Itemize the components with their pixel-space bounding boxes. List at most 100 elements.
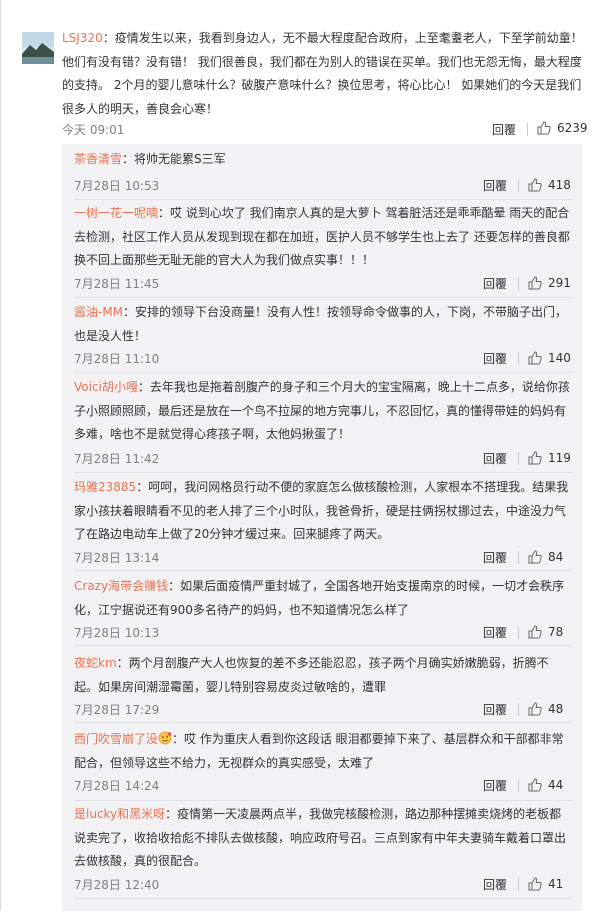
divider: [518, 779, 519, 792]
reply-time: 7月28日 11:42: [74, 452, 160, 466]
divider: [518, 551, 519, 564]
reply-username[interactable]: 茶香清雪: [74, 152, 122, 166]
divider: [518, 878, 519, 891]
divider: [74, 800, 572, 801]
like-button[interactable]: 48: [528, 699, 563, 719]
reply-button[interactable]: 回覆: [483, 177, 507, 194]
reply-body: 一树一花一呢喃：哎 说到心坎了 我们南京人真的是大萝卜 驾着脏活还是乖乖酷晕 雨…: [74, 202, 572, 273]
like-button[interactable]: 291: [528, 273, 571, 293]
like-count: 41: [548, 877, 564, 891]
reply-text: ：将帅无能累S三军: [122, 152, 226, 166]
thumbs-up-icon: [537, 121, 551, 135]
reply-button[interactable]: 回覆: [483, 450, 507, 467]
divider: [518, 277, 519, 290]
comment-username[interactable]: LSJ320: [62, 31, 103, 45]
reply-body: 茶香清雪：将帅无能累S三军: [74, 148, 572, 172]
thumbs-up-icon: [528, 351, 542, 365]
like-count: 44: [548, 778, 564, 792]
like-button[interactable]: 418: [528, 175, 571, 195]
reply-time: 7月28日 13:14: [74, 551, 160, 565]
reply-text: ：两个月剖腹产大人也恢复的差不多还能忍忍，孩子两个月确实娇嫩脆弱，折腾不起。如果…: [74, 656, 549, 694]
like-button[interactable]: 78: [528, 622, 563, 642]
reply-meta: 7月28日 13:14 回覆 84: [74, 546, 572, 566]
reply-username[interactable]: Voici胡小嘎: [74, 380, 138, 394]
thumbs-up-icon: [528, 778, 542, 792]
thumbs-up-icon: [528, 550, 542, 564]
reply-body: 玛雅23885：呵呵，我问网格员行动不便的家庭怎么做核酸检测，人家根本不搭理我。…: [74, 476, 572, 547]
like-count: 6239: [557, 121, 588, 135]
like-button[interactable]: 84: [528, 547, 563, 567]
reply-username[interactable]: 西门吹雪崩了没: [74, 732, 158, 746]
comment-panel: LSJ320：疫情发生以来，我看到身边人，无不最大程度配合政府，上至耄耋老人，下…: [0, 0, 611, 911]
reply-meta: 7月28日 10:53 回覆 418: [74, 174, 572, 194]
reply-text: ：去年我也是拖着剖腹产的身子和三个月大的宝宝隔离，晚上十二点多，说给你孩子小照顾…: [74, 380, 570, 441]
reply-username[interactable]: 夜蛇km: [74, 656, 117, 670]
reply-button[interactable]: 回覆: [483, 876, 507, 893]
reply-body: 夜蛇km：两个月剖腹产大人也恢复的差不多还能忍忍，孩子两个月确实娇嫩脆弱，折腾不…: [74, 652, 572, 699]
divider: [74, 898, 572, 899]
reply-body: Crazy海带会赚钱：如果后面疫情严重封城了，全国各地开始支援南京的时候，一切才…: [74, 575, 572, 622]
divider: [518, 352, 519, 365]
divider: [74, 722, 572, 723]
reply-meta: 7月28日 17:29 回覆 48: [74, 698, 572, 718]
reply-button[interactable]: 回覆: [483, 350, 507, 367]
divider: [518, 179, 519, 192]
divider: [527, 123, 528, 136]
main-comment-meta: 今天 09:01 回覆 6239: [62, 118, 588, 140]
thumbs-up-icon: [528, 178, 542, 192]
reply-button[interactable]: 回覆: [483, 777, 507, 794]
like-count: 418: [548, 178, 571, 192]
reply-body: 西门吹雪崩了没 ：哎 作为重庆人看到你这段话 眼泪都要掉下来了、基层群众和干部都非…: [74, 728, 572, 775]
reply-text: ：呵呵，我问网格员行动不便的家庭怎么做核酸检测，人家根本不搭理我。结果我家小孩扶…: [74, 480, 569, 541]
like-count: 78: [548, 625, 564, 639]
reply-time: 7月28日 11:10: [74, 352, 160, 366]
reply-time: 7月28日 10:53: [74, 179, 160, 193]
reply-username[interactable]: 玛雅23885: [74, 480, 136, 494]
thumbs-up-icon: [528, 702, 542, 716]
reply-time: 7月28日 14:24: [74, 779, 160, 793]
like-count: 84: [548, 550, 564, 564]
reply-button[interactable]: 回覆: [483, 624, 507, 641]
reply-meta: 7月28日 14:24 回覆 44: [74, 774, 572, 794]
reply-username[interactable]: 一树一花一呢喃: [74, 206, 158, 220]
reply-time: 7月28日 17:29: [74, 703, 160, 717]
main-comment-body: LSJ320：疫情发生以来，我看到身边人，无不最大程度配合政府，上至耄耋老人，下…: [62, 27, 592, 121]
comment-time: 今天 09:01: [62, 123, 125, 137]
like-count: 140: [548, 351, 571, 365]
divider: [74, 297, 572, 298]
reply-body: Voici胡小嘎：去年我也是拖着剖腹产的身子和三个月大的宝宝隔离，晚上十二点多，…: [74, 376, 572, 447]
like-button[interactable]: 6239: [537, 118, 588, 138]
like-button[interactable]: 140: [528, 348, 571, 368]
divider: [518, 703, 519, 716]
reply-meta: 7月28日 11:45 回覆 291: [74, 272, 572, 292]
reply-button[interactable]: 回覆: [492, 121, 516, 138]
face-emoji-icon: [158, 730, 172, 745]
comment-text: ：疫情发生以来，我看到身边人，无不最大程度配合政府，上至耄耋老人，下至学前幼童！…: [62, 31, 583, 116]
reply-button[interactable]: 回覆: [483, 701, 507, 718]
reply-meta: 7月28日 11:10 回覆 140: [74, 347, 572, 367]
divider: [518, 626, 519, 639]
divider: [74, 199, 572, 200]
divider: [74, 645, 572, 646]
reply-body: 是lucky和黑米呀：疫情第一天凌晨两点半，我做完核酸检测，路边那种摆摊卖烧烤的…: [74, 803, 572, 874]
reply-button[interactable]: 回覆: [483, 549, 507, 566]
avatar[interactable]: [22, 32, 54, 64]
reply-button[interactable]: 回覆: [483, 275, 507, 292]
reply-time: 7月28日 12:40: [74, 878, 160, 892]
divider: [74, 570, 572, 571]
like-button[interactable]: 41: [528, 874, 563, 894]
divider: [518, 452, 519, 465]
like-count: 119: [548, 451, 571, 465]
reply-username[interactable]: 酱油-MM: [74, 305, 123, 319]
reply-meta: 7月28日 11:42 回覆 119: [74, 447, 572, 467]
like-button[interactable]: 44: [528, 775, 563, 795]
reply-time: 7月28日 11:45: [74, 277, 160, 291]
reply-body: 酱油-MM：安排的领导下台没商量！没有人性！按领导命令做事的人，下岗，不带脑子出…: [74, 301, 572, 348]
thumbs-up-icon: [528, 451, 542, 465]
reply-username[interactable]: 是lucky和黑米呀: [74, 807, 165, 821]
like-count: 48: [548, 702, 564, 716]
like-button[interactable]: 119: [528, 448, 571, 468]
reply-meta: 7月28日 12:40 回覆 41: [74, 873, 572, 893]
reply-meta: 7月28日 10:13 回覆 78: [74, 621, 572, 641]
reply-username[interactable]: Crazy海带会赚钱: [74, 579, 168, 593]
